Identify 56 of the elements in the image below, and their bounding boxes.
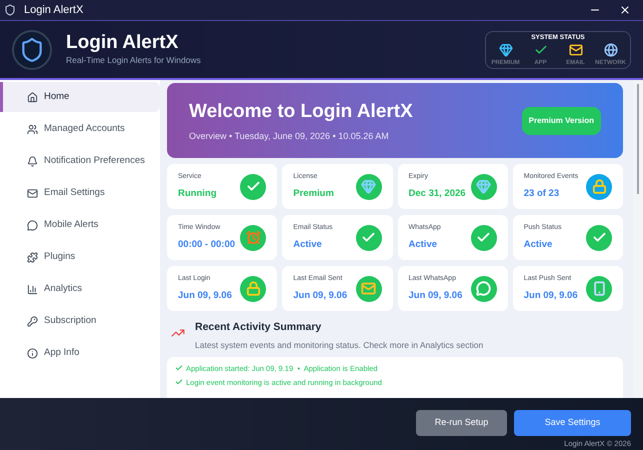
check-icon xyxy=(470,224,497,250)
speech-bubble-icon xyxy=(27,220,38,230)
shield-logo-icon xyxy=(12,30,52,70)
premium-version-badge: Premium Version xyxy=(522,106,601,134)
card-value: Dec 31, 2026 xyxy=(408,186,467,201)
check-icon xyxy=(240,174,266,200)
users-icon xyxy=(27,124,38,134)
card-value: Jun 09, 9.06 xyxy=(524,288,579,303)
key-icon xyxy=(27,316,38,326)
card-value: Jun 09, 9.06 xyxy=(178,288,233,303)
sidebar-item[interactable]: Home xyxy=(0,82,160,112)
card-value: 23 of 23 xyxy=(524,186,560,201)
bell-icon xyxy=(27,156,38,166)
setup-button[interactable]: Re-run Setup xyxy=(416,410,507,436)
card-value: Active xyxy=(524,238,554,252)
phone-icon xyxy=(586,276,612,302)
sidebar-item[interactable]: Managed Accounts xyxy=(0,114,160,144)
window-title: Login AlertX xyxy=(24,2,84,18)
sidebar-item[interactable]: Mobile Alerts xyxy=(0,210,160,240)
chat-icon xyxy=(470,276,497,302)
envelope-icon xyxy=(27,188,38,198)
sidebar-item[interactable]: App Info xyxy=(0,338,160,368)
check-icon xyxy=(586,224,612,250)
sidebar-item[interactable]: Plugins xyxy=(0,242,160,272)
padlock-icon xyxy=(240,276,266,302)
save-button[interactable]: Save Settings xyxy=(514,410,631,436)
close-icon[interactable] xyxy=(619,4,631,16)
chart-icon xyxy=(27,284,38,294)
activity-title: Recent Activity Summary xyxy=(195,320,322,335)
card-value: Jun 09, 9.06 xyxy=(293,288,348,303)
sidebar-item[interactable]: Subscription xyxy=(0,306,160,336)
card-value: 00:00 - 00:00 xyxy=(178,238,236,252)
home-icon xyxy=(27,92,38,102)
envelope-icon xyxy=(568,43,582,58)
card-value: Premium xyxy=(293,186,335,201)
welcome-title: Welcome to Login AlertX xyxy=(189,100,414,124)
padlock-icon xyxy=(586,174,612,200)
envelope-icon xyxy=(356,276,382,302)
card-value: Active xyxy=(293,238,323,252)
app-icon xyxy=(4,4,16,16)
check-icon xyxy=(356,224,382,250)
card-value: Active xyxy=(408,238,438,252)
alarm-clock-icon xyxy=(240,224,266,250)
puzzle-icon xyxy=(27,252,38,262)
sidebar-item[interactable]: Analytics xyxy=(0,274,160,304)
globe-icon xyxy=(604,43,618,58)
sidebar-item[interactable]: Notification Preferences xyxy=(0,146,160,176)
diamond-icon xyxy=(498,43,512,58)
card-value: Running xyxy=(178,186,218,201)
card-value: Jun 09, 9.06 xyxy=(408,288,464,303)
activity-subtitle: Latest system events and monitoring status. Check more in Analytics section xyxy=(195,338,484,352)
app-title: Login AlertX xyxy=(66,32,180,54)
sidebar-item[interactable]: Email Settings xyxy=(0,178,160,208)
welcome-subtitle: Overview • Tuesday, June 09, 2026 • 10.05.26 AM xyxy=(189,130,390,143)
info-icon xyxy=(27,348,38,358)
app-subtitle: Real-Time Login Alerts for Windows xyxy=(66,54,201,67)
